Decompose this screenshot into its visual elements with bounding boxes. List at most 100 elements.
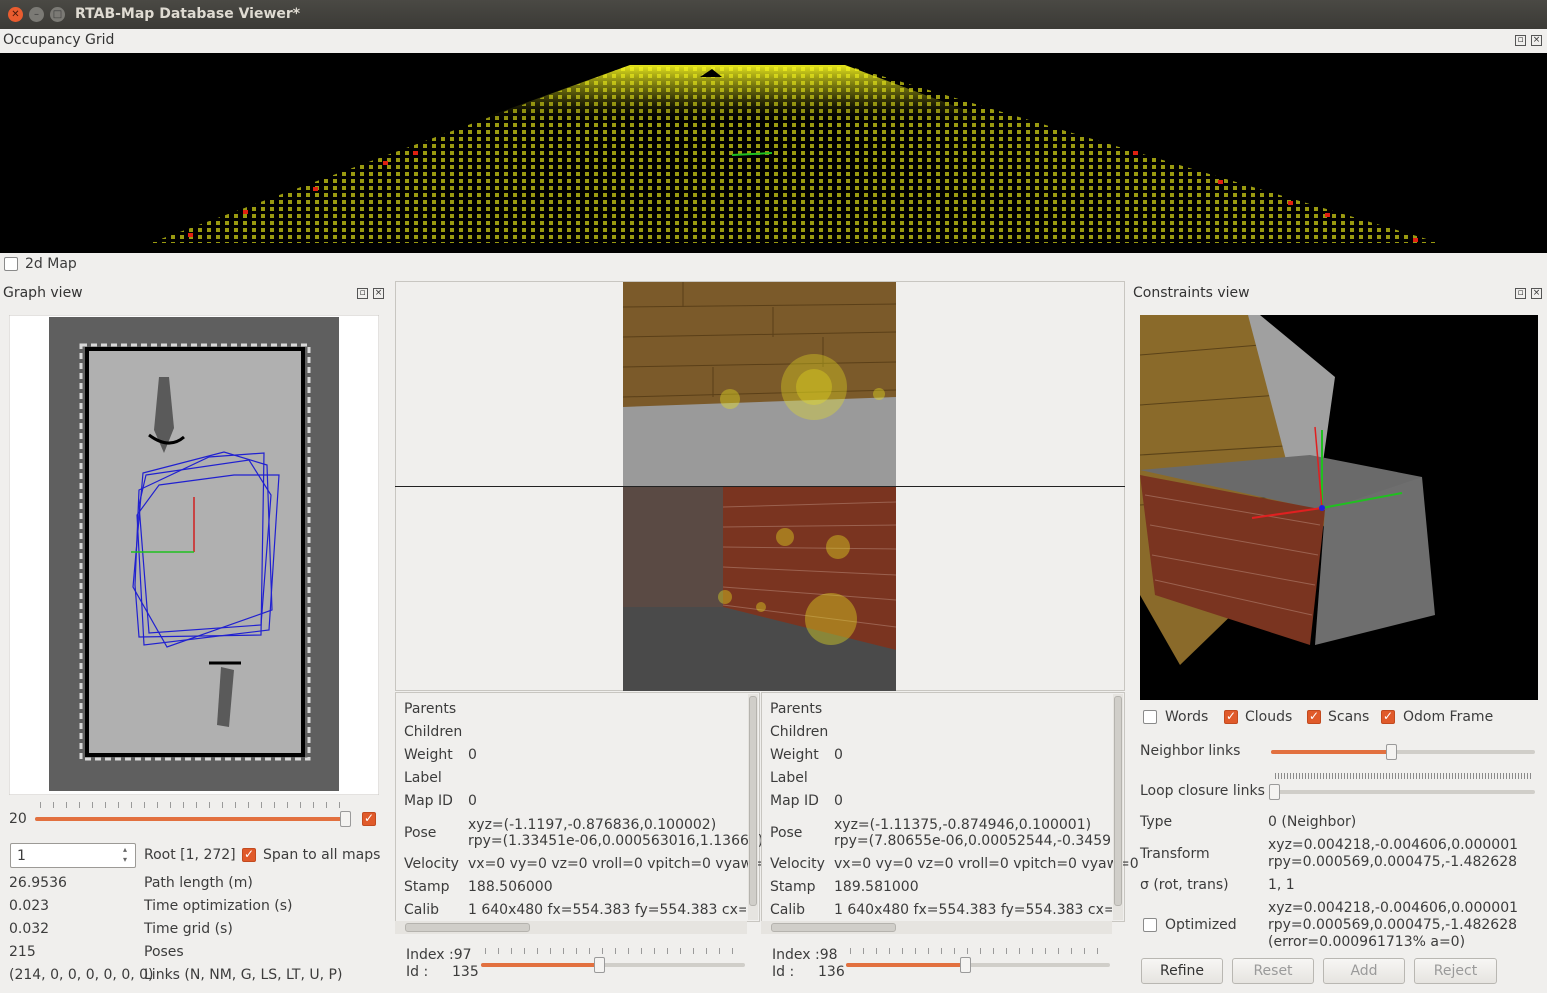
close-dock-icon[interactable]: × — [373, 288, 384, 299]
neighbor-links-fill — [1271, 750, 1391, 754]
span-maps-checkbox[interactable] — [242, 847, 256, 862]
stat-value: 26.9536 — [9, 875, 67, 891]
neighbor-links-handle[interactable] — [1386, 744, 1397, 760]
info-label: Parents — [404, 701, 457, 717]
optimized-checkbox[interactable] — [1143, 918, 1157, 932]
id-label-left: Id : — [406, 964, 429, 980]
optimized-error: (error=0.000961713% a=0) — [1268, 934, 1466, 950]
occupancy-grid-title: Occupancy Grid — [3, 32, 115, 48]
id-value-right: 136 — [818, 964, 845, 980]
float-icon[interactable]: ▫ — [357, 288, 368, 299]
reject-button[interactable]: Reject — [1414, 958, 1497, 984]
info-right-hscrollbar[interactable] — [761, 921, 1112, 934]
scroll-thumb[interactable] — [1114, 696, 1122, 906]
clouds-label: Clouds — [1245, 709, 1293, 725]
spin-up-icon[interactable]: ▴ — [123, 845, 127, 854]
pose-rpy: rpy=(7.80655e-06,0.00052544,-0.345978) — [834, 833, 1112, 849]
float-icon[interactable]: ▫ — [1515, 35, 1526, 46]
constraints-view-title: Constraints view — [1133, 285, 1250, 301]
close-icon[interactable]: ✕ — [8, 7, 23, 22]
info-left-hscrollbar[interactable] — [395, 921, 747, 934]
graph-slider-ticks — [40, 802, 346, 808]
graph-view-title: Graph view — [3, 285, 83, 301]
stat-value: 0.032 — [9, 921, 50, 937]
info-label: Pose — [770, 825, 803, 841]
constraints-3d-view[interactable] — [1140, 315, 1538, 700]
index-slider-handle-left[interactable] — [594, 957, 605, 973]
transform-rpy: rpy=0.000569,0.000475,-1.482628 — [1268, 854, 1518, 870]
maximize-icon[interactable]: □ — [50, 7, 65, 22]
index-ticks-left — [485, 948, 745, 954]
add-button[interactable]: Add — [1323, 958, 1405, 984]
neighbor-links-label: Neighbor links — [1140, 743, 1241, 759]
graph-slider-handle[interactable] — [340, 811, 351, 827]
close-dock-icon[interactable]: × — [1531, 35, 1542, 46]
scroll-thumb[interactable] — [749, 696, 757, 906]
pose-xyz: xyz=(-1.1197,-0.876836,0.100002) — [468, 817, 717, 833]
odom-frame-checkbox[interactable] — [1381, 709, 1395, 724]
index-slider-fill-right — [846, 963, 966, 967]
float-icon[interactable]: ▫ — [1515, 288, 1526, 299]
scroll-thumb[interactable] — [405, 923, 530, 932]
stat-label: Time grid (s) — [144, 921, 233, 937]
info-label: Children — [404, 724, 463, 740]
graph-slider-fill — [35, 817, 346, 821]
info-label: Calib — [770, 902, 806, 918]
occupancy-grid-3d-view[interactable] — [0, 53, 1547, 253]
optimized-label: Optimized — [1165, 917, 1237, 933]
graph-view-canvas[interactable] — [9, 315, 379, 795]
stat-value: (214, 0, 0, 0, 0, 0, 0) — [9, 967, 154, 983]
type-label: Type — [1140, 814, 1173, 830]
stat-label: Time optimization (s) — [144, 898, 293, 914]
root-spinbox[interactable]: 1 ▴ ▾ — [10, 843, 136, 868]
words-checkbox[interactable] — [1143, 710, 1157, 724]
stamp-value: 189.581000 — [834, 879, 919, 895]
stat-value: 215 — [9, 944, 36, 960]
calib-value: 1 640x480 fx=554.383 fy=554.383 cx=320 — [468, 902, 746, 918]
refine-button[interactable]: Refine — [1141, 958, 1223, 984]
transform-xyz: xyz=0.004218,-0.004606,0.000001 — [1268, 837, 1519, 853]
image-view-top[interactable] — [623, 282, 896, 486]
words-label: Words — [1165, 709, 1209, 725]
image-view-bottom[interactable] — [623, 487, 896, 691]
weight-value: 0 — [834, 747, 843, 763]
spin-down-icon[interactable]: ▾ — [123, 855, 127, 864]
map2d-label: 2d Map — [25, 256, 77, 272]
graph-slider-checkbox[interactable] — [362, 811, 376, 826]
stat-value: 0.023 — [9, 898, 50, 914]
odom-frame-label: Odom Frame — [1403, 709, 1494, 725]
scans-checkbox[interactable] — [1307, 709, 1321, 724]
sigma-label: σ (rot, trans) — [1140, 877, 1229, 893]
reset-button[interactable]: Reset — [1232, 958, 1314, 984]
id-value-left: 135 — [452, 964, 479, 980]
info-label: Stamp — [404, 879, 450, 895]
minimize-icon[interactable]: – — [29, 7, 44, 22]
stat-label: Poses — [144, 944, 184, 960]
info-label: Pose — [404, 825, 437, 841]
info-right-vscrollbar[interactable] — [1113, 694, 1123, 920]
clouds-checkbox[interactable] — [1224, 709, 1238, 724]
map2d-checkbox[interactable] — [4, 257, 18, 271]
span-maps-label: Span to all maps — [263, 847, 381, 863]
index-slider-handle-right[interactable] — [960, 957, 971, 973]
type-value: 0 (Neighbor) — [1268, 814, 1357, 830]
scans-label: Scans — [1328, 709, 1370, 725]
stat-label: Path length (m) — [144, 875, 253, 891]
stamp-value: 188.506000 — [468, 879, 553, 895]
loop-closure-handle[interactable] — [1269, 784, 1280, 800]
index-ticks-right — [850, 948, 1110, 954]
scroll-thumb[interactable] — [771, 923, 896, 932]
velocity-value: vx=0 vy=0 vz=0 vroll=0 vpitch=0 vyaw=0 — [468, 856, 773, 872]
info-label: Map ID — [770, 793, 819, 809]
info-label: Parents — [770, 701, 823, 717]
mapid-value: 0 — [468, 793, 477, 809]
info-label: Children — [770, 724, 829, 740]
info-label: Velocity — [404, 856, 459, 872]
info-label: Velocity — [770, 856, 825, 872]
loop-closure-slider[interactable] — [1271, 790, 1535, 794]
info-left-vscrollbar[interactable] — [748, 694, 758, 920]
stat-label: Links (N, NM, G, LS, LT, U, P) — [144, 967, 343, 983]
close-dock-icon[interactable]: × — [1531, 288, 1542, 299]
mapid-value: 0 — [834, 793, 843, 809]
sigma-value: 1, 1 — [1268, 877, 1295, 893]
